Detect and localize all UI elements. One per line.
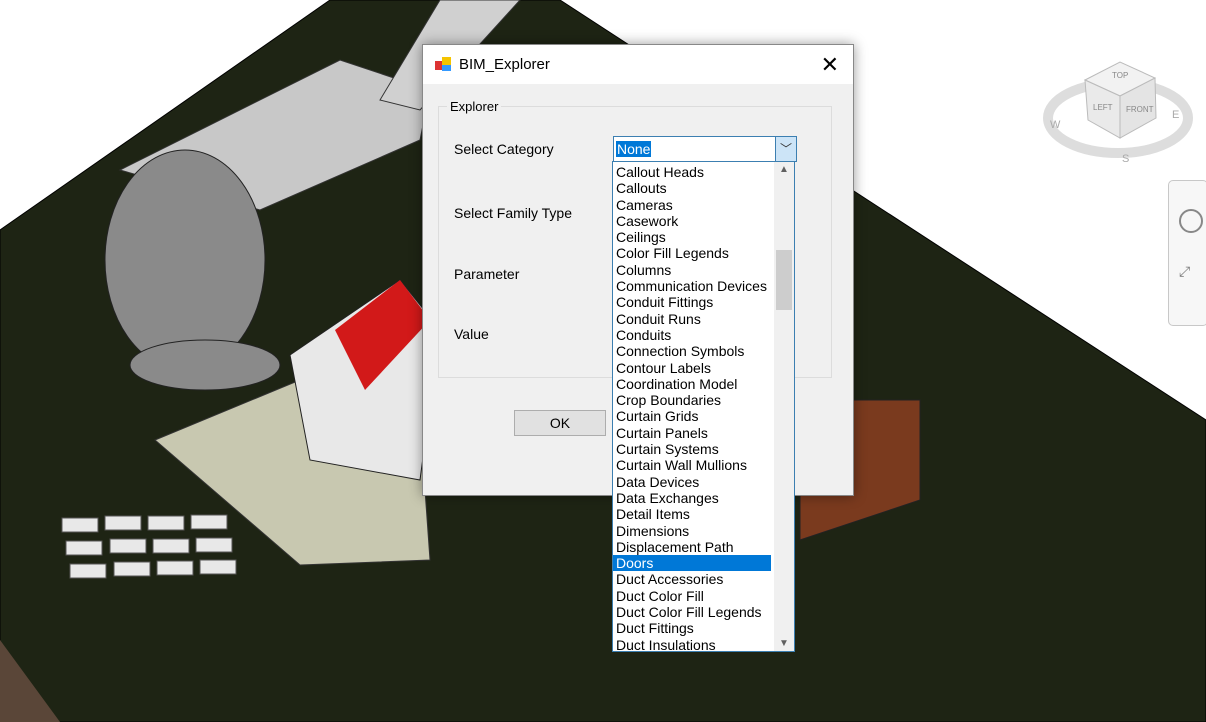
category-option[interactable]: Callouts	[613, 180, 771, 196]
category-option[interactable]: Displacement Path	[613, 539, 771, 555]
category-option[interactable]: Curtain Wall Mullions	[613, 457, 771, 473]
category-option[interactable]: Duct Insulations	[613, 637, 771, 651]
category-option[interactable]: Dimensions	[613, 523, 771, 539]
scrollbar[interactable]: ▲ ▼	[774, 162, 794, 651]
navigation-bar[interactable]: ⤢	[1168, 180, 1206, 326]
viewcube-top: TOP	[1112, 71, 1128, 80]
scroll-up-icon[interactable]: ▲	[774, 164, 794, 175]
category-option[interactable]: Crop Boundaries	[613, 392, 771, 408]
value-label: Value	[454, 326, 489, 342]
category-option[interactable]: Contour Labels	[613, 360, 771, 376]
category-option[interactable]: Doors	[613, 555, 771, 572]
category-combobox[interactable]: None ﹀	[613, 136, 797, 162]
category-option[interactable]: Conduit Fittings	[613, 294, 771, 310]
compass-s: S	[1122, 153, 1129, 165]
chevron-down-icon[interactable]: ﹀	[775, 137, 796, 161]
category-option[interactable]: Cameras	[613, 197, 771, 213]
compass-e: E	[1172, 109, 1179, 121]
scroll-down-icon[interactable]: ▼	[774, 638, 794, 649]
select-category-label: Select Category	[454, 141, 554, 157]
category-option[interactable]: Duct Color Fill Legends	[613, 604, 771, 620]
category-option[interactable]: Curtain Systems	[613, 441, 771, 457]
viewcube-left: LEFT	[1093, 103, 1113, 112]
category-option[interactable]: Conduits	[613, 327, 771, 343]
compass-w: W	[1050, 119, 1061, 131]
zoom-region-icon[interactable]: ⤢	[1179, 263, 1190, 280]
select-family-type-label: Select Family Type	[454, 205, 573, 221]
app-icon	[435, 57, 451, 71]
category-option[interactable]: Detail Items	[613, 506, 771, 522]
category-option[interactable]: Data Exchanges	[613, 490, 771, 506]
category-option[interactable]: Curtain Grids	[613, 408, 771, 424]
category-option[interactable]: Columns	[613, 262, 771, 278]
title-bar: BIM_Explorer ✕	[423, 45, 853, 84]
category-option[interactable]: Color Fill Legends	[613, 245, 771, 261]
category-option[interactable]: Curtain Panels	[613, 425, 771, 441]
category-value[interactable]: None	[616, 141, 652, 157]
dialog-title: BIM_Explorer	[459, 56, 550, 73]
viewcube-front: FRONT	[1126, 105, 1154, 114]
category-option[interactable]: Ceilings	[613, 229, 771, 245]
category-option[interactable]: Connection Symbols	[613, 343, 771, 359]
group-label: Explorer	[447, 99, 502, 114]
category-option[interactable]: Duct Accessories	[613, 571, 771, 587]
category-option[interactable]: Casework	[613, 213, 771, 229]
category-option[interactable]: Data Devices	[613, 474, 771, 490]
category-option[interactable]: Communication Devices	[613, 278, 771, 294]
close-icon[interactable]: ✕	[821, 52, 839, 78]
category-option[interactable]: Duct Color Fill	[613, 588, 771, 604]
category-option[interactable]: Conduit Runs	[613, 311, 771, 327]
parameter-label: Parameter	[454, 266, 520, 282]
category-dropdown-list[interactable]: Callout Heads Callouts Cameras Casework Ceil…	[612, 161, 795, 652]
category-option[interactable]: Coordination Model	[613, 376, 771, 392]
category-option[interactable]: Callout Heads	[613, 164, 771, 180]
ok-button[interactable]: OK	[514, 410, 606, 436]
scrollbar-thumb[interactable]	[776, 250, 792, 310]
steering-wheel-icon[interactable]	[1179, 209, 1203, 233]
category-option[interactable]: Duct Fittings	[613, 620, 771, 636]
